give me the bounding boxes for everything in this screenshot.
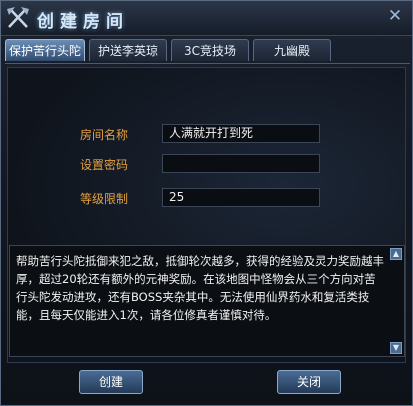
room-name-input[interactable]	[162, 124, 320, 143]
description-text: 帮助苦行头陀抵御来犯之敌，抵御轮次越多，获得的经验及灵力奖励越丰厚，超过20轮还…	[16, 254, 384, 322]
tab-escort-li[interactable]: 护送李英琼	[89, 39, 167, 61]
title-bar[interactable]: 创建房间 ✕	[1, 1, 412, 36]
description-box[interactable]: 帮助苦行头陀抵御来犯之敌，抵御轮次越多，获得的经验及灵力奖励越丰厚，超过20轮还…	[9, 245, 405, 357]
close-icon[interactable]: ✕	[386, 7, 404, 25]
tab-bar: 保护苦行头陀 护送李英琼 3C竞技场 九幽殿	[5, 39, 410, 64]
crossed-axes-icon	[7, 7, 29, 28]
tab-3c-arena[interactable]: 3C竞技场	[171, 39, 249, 61]
create-button[interactable]: 创建	[79, 370, 143, 394]
tab-protect-kuxing[interactable]: 保护苦行头陀	[5, 39, 85, 61]
create-room-window: 创建房间 ✕ 保护苦行头陀 护送李英琼 3C竞技场 九幽殿 房间名称 设置密码 …	[0, 0, 413, 406]
close-button[interactable]: 关闭	[277, 370, 341, 394]
level-limit-input[interactable]	[162, 188, 320, 207]
tab-jiuyou-hall[interactable]: 九幽殿	[253, 39, 331, 61]
description-scrollbar[interactable]: ▲ ▼	[390, 248, 402, 354]
window-title: 创建房间	[37, 12, 129, 32]
password-input[interactable]	[162, 154, 320, 173]
scroll-down-icon[interactable]: ▼	[390, 342, 402, 354]
scroll-up-icon[interactable]: ▲	[390, 248, 402, 260]
room-name-label: 房间名称	[80, 128, 129, 142]
level-limit-label: 等级限制	[80, 192, 129, 206]
password-label: 设置密码	[80, 158, 129, 172]
